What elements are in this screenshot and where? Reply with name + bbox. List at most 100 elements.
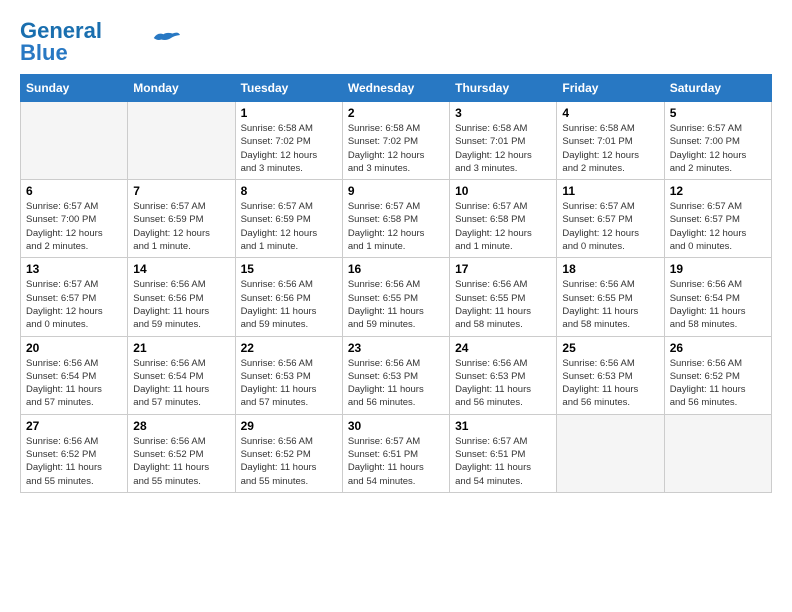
weekday-header-friday: Friday bbox=[557, 75, 664, 102]
day-number: 11 bbox=[562, 184, 658, 198]
day-info: Sunrise: 6:57 AM Sunset: 6:51 PM Dayligh… bbox=[348, 435, 444, 488]
day-info: Sunrise: 6:56 AM Sunset: 6:53 PM Dayligh… bbox=[241, 357, 337, 410]
day-number: 28 bbox=[133, 419, 229, 433]
day-info: Sunrise: 6:58 AM Sunset: 7:02 PM Dayligh… bbox=[241, 122, 337, 175]
day-info: Sunrise: 6:56 AM Sunset: 6:56 PM Dayligh… bbox=[241, 278, 337, 331]
week-row-1: 1 Sunrise: 6:58 AM Sunset: 7:02 PM Daylig… bbox=[21, 102, 772, 180]
day-cell-25: 25 Sunrise: 6:56 AM Sunset: 6:53 PM Dayli… bbox=[557, 336, 664, 414]
day-number: 31 bbox=[455, 419, 551, 433]
day-number: 2 bbox=[348, 106, 444, 120]
day-info: Sunrise: 6:57 AM Sunset: 6:57 PM Dayligh… bbox=[562, 200, 658, 253]
day-cell-26: 26 Sunrise: 6:56 AM Sunset: 6:52 PM Dayli… bbox=[664, 336, 771, 414]
week-row-4: 20 Sunrise: 6:56 AM Sunset: 6:54 PM Dayli… bbox=[21, 336, 772, 414]
day-number: 17 bbox=[455, 262, 551, 276]
day-number: 30 bbox=[348, 419, 444, 433]
day-cell-21: 21 Sunrise: 6:56 AM Sunset: 6:54 PM Dayli… bbox=[128, 336, 235, 414]
day-number: 26 bbox=[670, 341, 766, 355]
day-cell-30: 30 Sunrise: 6:57 AM Sunset: 6:51 PM Dayli… bbox=[342, 414, 449, 492]
day-number: 16 bbox=[348, 262, 444, 276]
day-number: 18 bbox=[562, 262, 658, 276]
day-number: 1 bbox=[241, 106, 337, 120]
day-info: Sunrise: 6:58 AM Sunset: 7:01 PM Dayligh… bbox=[455, 122, 551, 175]
day-info: Sunrise: 6:57 AM Sunset: 7:00 PM Dayligh… bbox=[26, 200, 122, 253]
day-cell-9: 9 Sunrise: 6:57 AM Sunset: 6:58 PM Daylig… bbox=[342, 180, 449, 258]
day-info: Sunrise: 6:57 AM Sunset: 6:59 PM Dayligh… bbox=[133, 200, 229, 253]
day-number: 6 bbox=[26, 184, 122, 198]
day-number: 13 bbox=[26, 262, 122, 276]
day-info: Sunrise: 6:56 AM Sunset: 6:54 PM Dayligh… bbox=[26, 357, 122, 410]
weekday-header-wednesday: Wednesday bbox=[342, 75, 449, 102]
day-number: 15 bbox=[241, 262, 337, 276]
day-number: 21 bbox=[133, 341, 229, 355]
logo-bird-icon bbox=[150, 29, 180, 47]
day-cell-19: 19Sunrise: 6:56 AM Sunset: 6:54 PM Dayli… bbox=[664, 258, 771, 336]
week-row-3: 13 Sunrise: 6:57 AM Sunset: 6:57 PM Dayli… bbox=[21, 258, 772, 336]
day-info: Sunrise: 6:56 AM Sunset: 6:53 PM Dayligh… bbox=[562, 357, 658, 410]
day-number: 20 bbox=[26, 341, 122, 355]
day-cell-3: 3 Sunrise: 6:58 AM Sunset: 7:01 PM Daylig… bbox=[450, 102, 557, 180]
day-number: 24 bbox=[455, 341, 551, 355]
day-number: 3 bbox=[455, 106, 551, 120]
day-cell-8: 8Sunrise: 6:57 AM Sunset: 6:59 PM Daylig… bbox=[235, 180, 342, 258]
weekday-header-tuesday: Tuesday bbox=[235, 75, 342, 102]
day-info: Sunrise: 6:56 AM Sunset: 6:52 PM Dayligh… bbox=[241, 435, 337, 488]
day-cell-20: 20 Sunrise: 6:56 AM Sunset: 6:54 PM Dayli… bbox=[21, 336, 128, 414]
day-info: Sunrise: 6:58 AM Sunset: 7:01 PM Dayligh… bbox=[562, 122, 658, 175]
empty-cell bbox=[21, 102, 128, 180]
day-info: Sunrise: 6:57 AM Sunset: 6:58 PM Dayligh… bbox=[455, 200, 551, 253]
day-info: Sunrise: 6:56 AM Sunset: 6:53 PM Dayligh… bbox=[348, 357, 444, 410]
day-info: Sunrise: 6:56 AM Sunset: 6:55 PM Dayligh… bbox=[562, 278, 658, 331]
logo-text: GeneralBlue bbox=[20, 20, 102, 64]
day-info: Sunrise: 6:56 AM Sunset: 6:52 PM Dayligh… bbox=[26, 435, 122, 488]
day-cell-27: 27 Sunrise: 6:56 AM Sunset: 6:52 PM Dayli… bbox=[21, 414, 128, 492]
day-cell-7: 7Sunrise: 6:57 AM Sunset: 6:59 PM Daylig… bbox=[128, 180, 235, 258]
day-number: 14 bbox=[133, 262, 229, 276]
logo-blue: Blue bbox=[20, 40, 68, 65]
day-info: Sunrise: 6:56 AM Sunset: 6:55 PM Dayligh… bbox=[455, 278, 551, 331]
day-number: 27 bbox=[26, 419, 122, 433]
day-info: Sunrise: 6:56 AM Sunset: 6:55 PM Dayligh… bbox=[348, 278, 444, 331]
day-cell-16: 16 Sunrise: 6:56 AM Sunset: 6:55 PM Dayli… bbox=[342, 258, 449, 336]
day-info: Sunrise: 6:56 AM Sunset: 6:56 PM Dayligh… bbox=[133, 278, 229, 331]
day-cell-4: 4 Sunrise: 6:58 AM Sunset: 7:01 PM Daylig… bbox=[557, 102, 664, 180]
day-cell-31: 31 Sunrise: 6:57 AM Sunset: 6:51 PM Dayli… bbox=[450, 414, 557, 492]
day-info: Sunrise: 6:57 AM Sunset: 6:57 PM Dayligh… bbox=[26, 278, 122, 331]
day-info: Sunrise: 6:58 AM Sunset: 7:02 PM Dayligh… bbox=[348, 122, 444, 175]
day-cell-24: 24 Sunrise: 6:56 AM Sunset: 6:53 PM Dayli… bbox=[450, 336, 557, 414]
day-info: Sunrise: 6:56 AM Sunset: 6:52 PM Dayligh… bbox=[133, 435, 229, 488]
day-cell-18: 18 Sunrise: 6:56 AM Sunset: 6:55 PM Dayli… bbox=[557, 258, 664, 336]
day-cell-5: 5 Sunrise: 6:57 AM Sunset: 7:00 PM Daylig… bbox=[664, 102, 771, 180]
day-number: 4 bbox=[562, 106, 658, 120]
weekday-header-saturday: Saturday bbox=[664, 75, 771, 102]
day-cell-1: 1 Sunrise: 6:58 AM Sunset: 7:02 PM Daylig… bbox=[235, 102, 342, 180]
weekday-header-monday: Monday bbox=[128, 75, 235, 102]
day-number: 25 bbox=[562, 341, 658, 355]
day-cell-10: 10 Sunrise: 6:57 AM Sunset: 6:58 PM Dayli… bbox=[450, 180, 557, 258]
day-number: 5 bbox=[670, 106, 766, 120]
day-info: Sunrise: 6:56 AM Sunset: 6:52 PM Dayligh… bbox=[670, 357, 766, 410]
day-number: 19 bbox=[670, 262, 766, 276]
day-cell-12: 12 Sunrise: 6:57 AM Sunset: 6:57 PM Dayli… bbox=[664, 180, 771, 258]
calendar-table: SundayMondayTuesdayWednesdayThursdayFrid… bbox=[20, 74, 772, 493]
day-cell-14: 14 Sunrise: 6:56 AM Sunset: 6:56 PM Dayli… bbox=[128, 258, 235, 336]
day-cell-28: 28 Sunrise: 6:56 AM Sunset: 6:52 PM Dayli… bbox=[128, 414, 235, 492]
day-info: Sunrise: 6:57 AM Sunset: 6:59 PM Dayligh… bbox=[241, 200, 337, 253]
weekday-header-sunday: Sunday bbox=[21, 75, 128, 102]
day-cell-2: 2 Sunrise: 6:58 AM Sunset: 7:02 PM Daylig… bbox=[342, 102, 449, 180]
day-info: Sunrise: 6:57 AM Sunset: 7:00 PM Dayligh… bbox=[670, 122, 766, 175]
day-info: Sunrise: 6:57 AM Sunset: 6:57 PM Dayligh… bbox=[670, 200, 766, 253]
day-number: 10 bbox=[455, 184, 551, 198]
day-number: 12 bbox=[670, 184, 766, 198]
day-cell-29: 29 Sunrise: 6:56 AM Sunset: 6:52 PM Dayli… bbox=[235, 414, 342, 492]
week-row-5: 27 Sunrise: 6:56 AM Sunset: 6:52 PM Dayli… bbox=[21, 414, 772, 492]
day-number: 9 bbox=[348, 184, 444, 198]
day-info: Sunrise: 6:56 AM Sunset: 6:54 PM Dayligh… bbox=[133, 357, 229, 410]
day-info: Sunrise: 6:57 AM Sunset: 6:58 PM Dayligh… bbox=[348, 200, 444, 253]
empty-cell bbox=[664, 414, 771, 492]
day-number: 29 bbox=[241, 419, 337, 433]
day-cell-13: 13 Sunrise: 6:57 AM Sunset: 6:57 PM Dayli… bbox=[21, 258, 128, 336]
empty-cell bbox=[557, 414, 664, 492]
day-info: Sunrise: 6:56 AM Sunset: 6:53 PM Dayligh… bbox=[455, 357, 551, 410]
day-info: Sunrise: 6:57 AM Sunset: 6:51 PM Dayligh… bbox=[455, 435, 551, 488]
weekday-header-row: SundayMondayTuesdayWednesdayThursdayFrid… bbox=[21, 75, 772, 102]
